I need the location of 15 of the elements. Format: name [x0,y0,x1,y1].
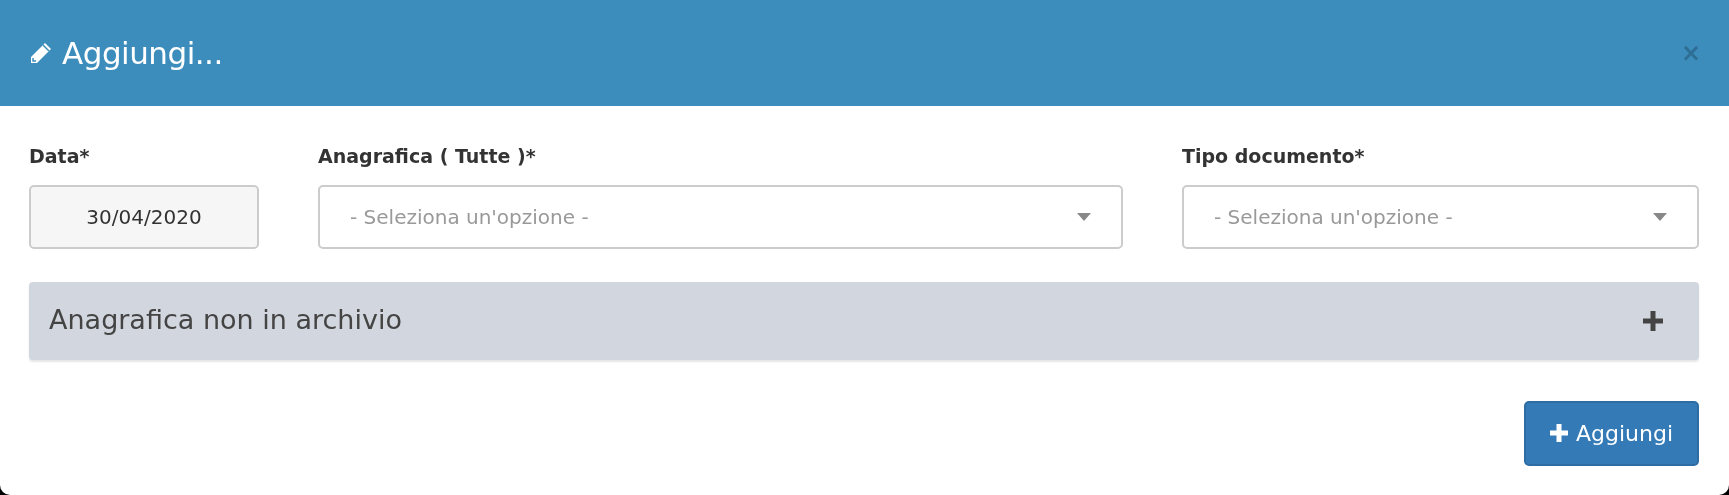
select-field[interactable]: - Seleziona un'opzione - [1182,184,1699,249]
plus-icon [1549,424,1568,442]
field-label: Anagrafica ( Tutte )* [318,144,537,169]
select-field[interactable]: - Seleziona un'opzione - [318,184,1123,249]
field-label: Tipo documento* [1182,144,1366,169]
close-button[interactable]: × [1680,41,1701,65]
add-button[interactable]: Aggiungi [1523,400,1699,466]
date-field[interactable]: 30/04/2020 [29,184,259,249]
dropdown-caret-icon [1077,212,1091,221]
pencil-icon [28,40,54,66]
panel-title: Anagrafica non in archivio [49,303,402,338]
field-label: Data* [29,144,91,169]
dropdown-caret-icon [1653,212,1667,221]
plus-icon[interactable] [1643,310,1663,331]
modal-title: Aggiungi... [62,33,223,73]
